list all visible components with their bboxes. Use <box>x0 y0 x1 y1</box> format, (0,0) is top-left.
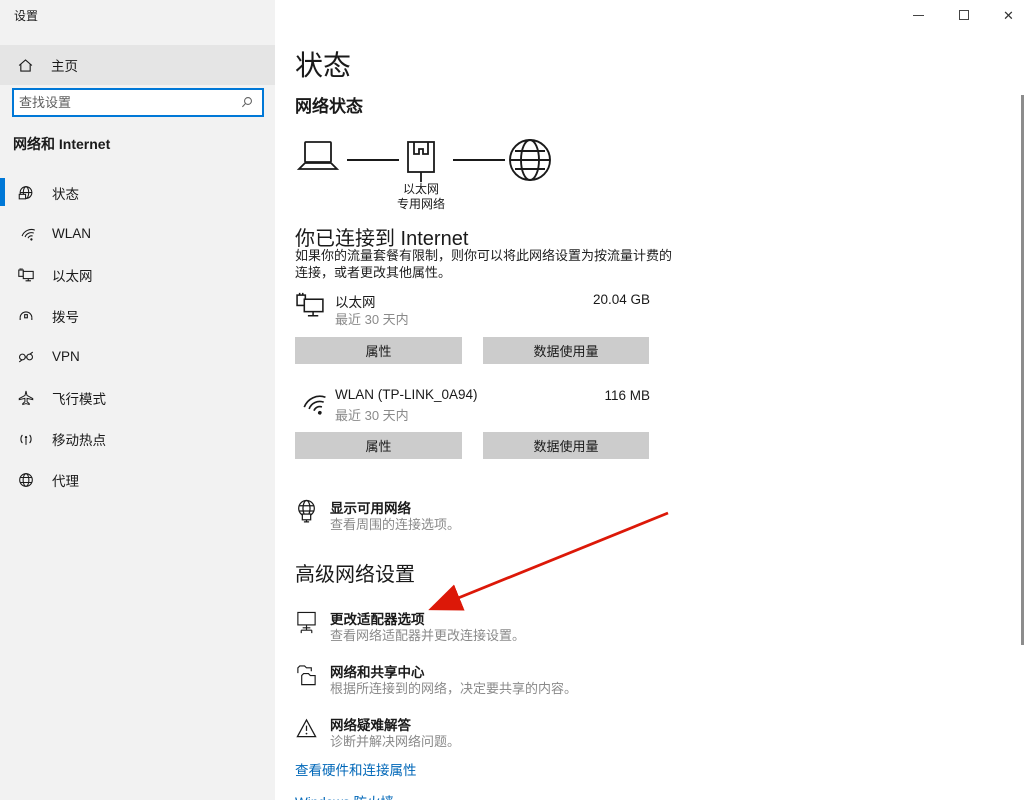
sidebar-item-dialup[interactable]: 拨号 <box>0 295 275 336</box>
wlan-buttons: 属性 数据使用量 <box>295 432 650 459</box>
network-diagram: 以太网 专用网络 <box>295 134 655 214</box>
data-usage-button[interactable]: 数据使用量 <box>483 432 649 459</box>
item-description: 查看周围的连接选项。 <box>330 514 460 533</box>
diagram-connector-line <box>347 159 399 161</box>
maximize-icon <box>959 10 969 20</box>
close-button[interactable]: ✕ <box>986 0 1031 30</box>
selected-indicator <box>0 178 5 206</box>
sidebar-item-label: 飞行模式 <box>52 388 106 408</box>
connection-name: 以太网 <box>335 291 376 311</box>
connection-row-wlan: WLAN (TP-LINK_0A94) 最近 30 天内 116 MB <box>295 387 685 423</box>
vpn-icon <box>17 348 35 366</box>
ethernet-buttons: 属性 数据使用量 <box>295 337 650 364</box>
search-box <box>12 88 264 117</box>
sidebar-item-label: 以太网 <box>52 265 93 285</box>
window-title: 设置 <box>14 7 38 24</box>
connection-name: WLAN (TP-LINK_0A94) <box>335 387 478 402</box>
sidebar-item-label: VPN <box>52 349 80 364</box>
sidebar-item-vpn[interactable]: VPN <box>0 336 275 377</box>
sidebar-item-wlan[interactable]: WLAN <box>0 213 275 254</box>
wifi-icon <box>295 388 326 419</box>
sidebar-item-label: 移动热点 <box>52 429 106 449</box>
connection-period: 最近 30 天内 <box>335 405 409 424</box>
show-available-networks[interactable]: 显示可用网络 查看周围的连接选项。 <box>295 497 685 537</box>
internet-globe-icon <box>507 137 553 183</box>
sidebar-nav: 状态 WLAN 以太网 <box>0 172 275 500</box>
window-controls: ✕ <box>896 0 1031 30</box>
ethernet-monitor-icon <box>295 292 326 323</box>
network-troubleshooter[interactable]: 网络疑难解答 诊断并解决网络问题。 <box>295 714 685 754</box>
sidebar-item-label: WLAN <box>52 226 91 241</box>
maximize-button[interactable] <box>941 0 986 30</box>
dialup-icon <box>17 307 35 325</box>
sidebar-item-proxy[interactable]: 代理 <box>0 459 275 500</box>
sidebar-item-label: 拨号 <box>52 306 79 326</box>
data-usage-button[interactable]: 数据使用量 <box>483 337 649 364</box>
network-status-heading: 网络状态 <box>295 92 363 117</box>
wifi-icon <box>17 225 35 243</box>
view-hardware-properties-link[interactable]: 查看硬件和连接属性 <box>295 759 417 779</box>
airplane-icon <box>17 389 35 407</box>
advanced-settings-heading: 高级网络设置 <box>295 558 415 587</box>
network-sharing-center[interactable]: 网络和共享中心 根据所连接到的网络，决定要共享的内容。 <box>295 661 685 701</box>
connection-usage: 116 MB <box>604 388 650 403</box>
properties-button[interactable]: 属性 <box>295 337 462 364</box>
adapter-options-icon <box>295 610 318 636</box>
windows-firewall-link[interactable]: Windows 防火墙 <box>295 791 394 800</box>
connection-usage: 20.04 GB <box>593 292 650 307</box>
sidebar-item-status[interactable]: 状态 <box>0 172 275 213</box>
item-description: 查看网络适配器并更改连接设置。 <box>330 625 525 644</box>
connection-period: 最近 30 天内 <box>335 309 409 328</box>
ethernet-icon <box>17 266 35 284</box>
hotspot-icon <box>17 430 35 448</box>
vertical-scrollbar[interactable] <box>1021 95 1024 645</box>
item-description: 诊断并解决网络问题。 <box>330 731 460 750</box>
sidebar-item-airplane-mode[interactable]: 飞行模式 <box>0 377 275 418</box>
page-title: 状态 <box>295 44 351 84</box>
minimize-button[interactable] <box>896 0 941 30</box>
status-globe-icon <box>17 184 35 202</box>
minimize-icon <box>913 15 924 16</box>
item-description: 根据所连接到的网络，决定要共享的内容。 <box>330 678 577 697</box>
home-label: 主页 <box>51 55 78 75</box>
laptop-icon <box>295 140 341 174</box>
sidebar-item-label: 状态 <box>52 183 79 203</box>
diagram-network-type: 专用网络 <box>381 195 461 212</box>
settings-window: 设置 主页 网络和 Internet 状态 <box>0 0 1031 800</box>
connected-description: 如果你的流量套餐有限制，则你可以将此网络设置为按流量计费的连接，或者更改其他属性… <box>295 247 677 281</box>
sidebar-section-title: 网络和 Internet <box>13 134 110 154</box>
proxy-globe-icon <box>17 471 35 489</box>
main-content: 状态 网络状态 以太网 专用网络 你已连接到 Internet 如果你的流量套餐… <box>295 0 695 800</box>
sidebar: 设置 主页 网络和 Internet 状态 <box>0 0 275 800</box>
properties-button[interactable]: 属性 <box>295 432 462 459</box>
sidebar-item-home[interactable]: 主页 <box>0 45 275 85</box>
connection-row-ethernet: 以太网 最近 30 天内 20.04 GB <box>295 291 685 327</box>
search-input[interactable] <box>14 95 239 110</box>
close-icon: ✕ <box>1003 9 1014 22</box>
change-adapter-options[interactable]: 更改适配器选项 查看网络适配器并更改连接设置。 <box>295 608 685 648</box>
home-icon <box>17 57 34 74</box>
warning-triangle-icon <box>295 716 318 742</box>
sharing-center-icon <box>295 663 318 689</box>
sidebar-item-ethernet[interactable]: 以太网 <box>0 254 275 295</box>
available-networks-icon <box>295 499 318 525</box>
search-icon <box>239 95 254 110</box>
sidebar-item-mobile-hotspot[interactable]: 移动热点 <box>0 418 275 459</box>
diagram-connector-line <box>453 159 505 161</box>
sidebar-item-label: 代理 <box>52 470 79 490</box>
